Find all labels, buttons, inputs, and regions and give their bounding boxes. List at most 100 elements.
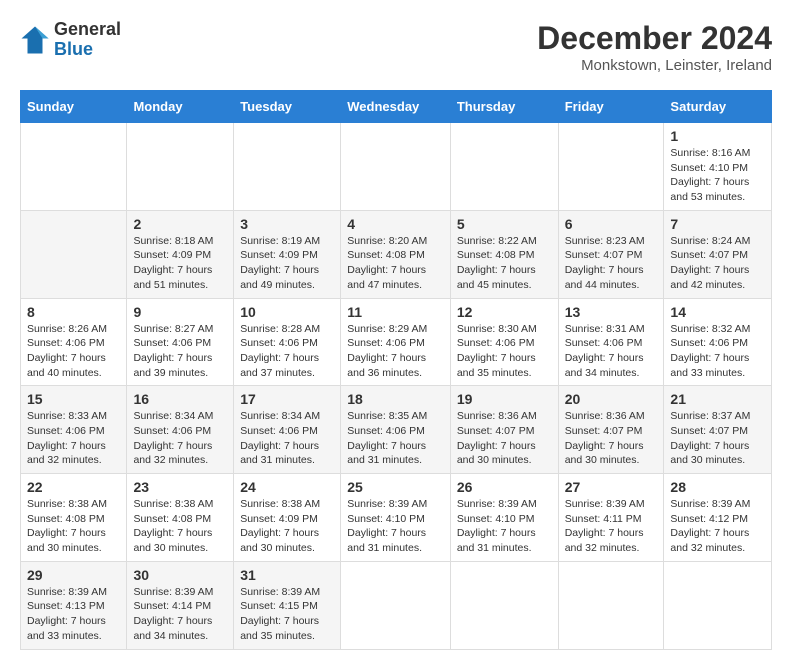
calendar-cell: 25 Sunrise: 8:39 AMSunset: 4:10 PMDaylig… bbox=[341, 474, 451, 562]
calendar-cell: 29 Sunrise: 8:39 AMSunset: 4:13 PMDaylig… bbox=[21, 561, 127, 649]
day-number: 2 bbox=[133, 216, 227, 232]
day-number: 7 bbox=[670, 216, 765, 232]
day-number: 12 bbox=[457, 304, 552, 320]
day-info: Sunrise: 8:39 AMSunset: 4:10 PMDaylight:… bbox=[457, 497, 552, 556]
day-number: 19 bbox=[457, 391, 552, 407]
day-number: 8 bbox=[27, 304, 120, 320]
month-title: December 2024 bbox=[537, 20, 772, 57]
calendar-week-row: 29 Sunrise: 8:39 AMSunset: 4:13 PMDaylig… bbox=[21, 561, 772, 649]
calendar-cell-empty bbox=[558, 561, 664, 649]
day-number: 9 bbox=[133, 304, 227, 320]
page-header: General Blue December 2024 Monkstown, Le… bbox=[20, 20, 772, 74]
day-info: Sunrise: 8:38 AMSunset: 4:08 PMDaylight:… bbox=[133, 497, 227, 556]
calendar-cell-empty bbox=[341, 123, 451, 211]
calendar-cell: 19 Sunrise: 8:36 AMSunset: 4:07 PMDaylig… bbox=[450, 386, 558, 474]
calendar-cell: 11 Sunrise: 8:29 AMSunset: 4:06 PMDaylig… bbox=[341, 298, 451, 386]
calendar-cell: 28 Sunrise: 8:39 AMSunset: 4:12 PMDaylig… bbox=[664, 474, 772, 562]
calendar-cell: 21 Sunrise: 8:37 AMSunset: 4:07 PMDaylig… bbox=[664, 386, 772, 474]
calendar-cell: 20 Sunrise: 8:36 AMSunset: 4:07 PMDaylig… bbox=[558, 386, 664, 474]
calendar-cell: 7 Sunrise: 8:24 AMSunset: 4:07 PMDayligh… bbox=[664, 210, 772, 298]
day-info: Sunrise: 8:32 AMSunset: 4:06 PMDaylight:… bbox=[670, 322, 765, 381]
calendar-cell: 9 Sunrise: 8:27 AMSunset: 4:06 PMDayligh… bbox=[127, 298, 234, 386]
day-info: Sunrise: 8:39 AMSunset: 4:14 PMDaylight:… bbox=[133, 585, 227, 644]
calendar-cell: 27 Sunrise: 8:39 AMSunset: 4:11 PMDaylig… bbox=[558, 474, 664, 562]
calendar-cell: 10 Sunrise: 8:28 AMSunset: 4:06 PMDaylig… bbox=[234, 298, 341, 386]
calendar-cell-empty bbox=[21, 123, 127, 211]
day-info: Sunrise: 8:23 AMSunset: 4:07 PMDaylight:… bbox=[565, 234, 658, 293]
day-number: 5 bbox=[457, 216, 552, 232]
day-info: Sunrise: 8:37 AMSunset: 4:07 PMDaylight:… bbox=[670, 409, 765, 468]
day-info: Sunrise: 8:39 AMSunset: 4:12 PMDaylight:… bbox=[670, 497, 765, 556]
day-info: Sunrise: 8:18 AMSunset: 4:09 PMDaylight:… bbox=[133, 234, 227, 293]
calendar-cell: 17 Sunrise: 8:34 AMSunset: 4:06 PMDaylig… bbox=[234, 386, 341, 474]
weekday-header: Friday bbox=[558, 91, 664, 123]
day-info: Sunrise: 8:31 AMSunset: 4:06 PMDaylight:… bbox=[565, 322, 658, 381]
day-info: Sunrise: 8:39 AMSunset: 4:13 PMDaylight:… bbox=[27, 585, 120, 644]
day-number: 13 bbox=[565, 304, 658, 320]
day-info: Sunrise: 8:36 AMSunset: 4:07 PMDaylight:… bbox=[565, 409, 658, 468]
day-number: 16 bbox=[133, 391, 227, 407]
weekday-header: Saturday bbox=[664, 91, 772, 123]
location: Monkstown, Leinster, Ireland bbox=[537, 57, 772, 74]
logo-text: General Blue bbox=[54, 20, 121, 60]
day-number: 3 bbox=[240, 216, 334, 232]
day-info: Sunrise: 8:39 AMSunset: 4:11 PMDaylight:… bbox=[565, 497, 658, 556]
day-number: 6 bbox=[565, 216, 658, 232]
calendar-cell: 2 Sunrise: 8:18 AMSunset: 4:09 PMDayligh… bbox=[127, 210, 234, 298]
calendar-cell: 15 Sunrise: 8:33 AMSunset: 4:06 PMDaylig… bbox=[21, 386, 127, 474]
day-info: Sunrise: 8:29 AMSunset: 4:06 PMDaylight:… bbox=[347, 322, 444, 381]
calendar-week-row: 15 Sunrise: 8:33 AMSunset: 4:06 PMDaylig… bbox=[21, 386, 772, 474]
day-info: Sunrise: 8:38 AMSunset: 4:08 PMDaylight:… bbox=[27, 497, 120, 556]
calendar-cell: 22 Sunrise: 8:38 AMSunset: 4:08 PMDaylig… bbox=[21, 474, 127, 562]
day-number: 10 bbox=[240, 304, 334, 320]
calendar-cell: 31 Sunrise: 8:39 AMSunset: 4:15 PMDaylig… bbox=[234, 561, 341, 649]
weekday-header: Wednesday bbox=[341, 91, 451, 123]
logo-icon bbox=[20, 25, 50, 55]
calendar-week-row: 22 Sunrise: 8:38 AMSunset: 4:08 PMDaylig… bbox=[21, 474, 772, 562]
day-number: 22 bbox=[27, 479, 120, 495]
weekday-header: Monday bbox=[127, 91, 234, 123]
day-info: Sunrise: 8:27 AMSunset: 4:06 PMDaylight:… bbox=[133, 322, 227, 381]
weekday-header: Sunday bbox=[21, 91, 127, 123]
day-number: 26 bbox=[457, 479, 552, 495]
calendar-cell: 4 Sunrise: 8:20 AMSunset: 4:08 PMDayligh… bbox=[341, 210, 451, 298]
day-info: Sunrise: 8:35 AMSunset: 4:06 PMDaylight:… bbox=[347, 409, 444, 468]
day-number: 25 bbox=[347, 479, 444, 495]
day-number: 18 bbox=[347, 391, 444, 407]
day-info: Sunrise: 8:39 AMSunset: 4:15 PMDaylight:… bbox=[240, 585, 334, 644]
day-info: Sunrise: 8:19 AMSunset: 4:09 PMDaylight:… bbox=[240, 234, 334, 293]
day-number: 14 bbox=[670, 304, 765, 320]
day-info: Sunrise: 8:34 AMSunset: 4:06 PMDaylight:… bbox=[240, 409, 334, 468]
day-number: 15 bbox=[27, 391, 120, 407]
day-number: 24 bbox=[240, 479, 334, 495]
day-number: 21 bbox=[670, 391, 765, 407]
day-info: Sunrise: 8:24 AMSunset: 4:07 PMDaylight:… bbox=[670, 234, 765, 293]
calendar-week-row: 2 Sunrise: 8:18 AMSunset: 4:09 PMDayligh… bbox=[21, 210, 772, 298]
logo-blue: Blue bbox=[54, 40, 121, 60]
logo: General Blue bbox=[20, 20, 121, 60]
calendar-cell: 1 Sunrise: 8:16 AMSunset: 4:10 PMDayligh… bbox=[664, 123, 772, 211]
day-number: 20 bbox=[565, 391, 658, 407]
calendar-cell: 13 Sunrise: 8:31 AMSunset: 4:06 PMDaylig… bbox=[558, 298, 664, 386]
calendar-cell: 26 Sunrise: 8:39 AMSunset: 4:10 PMDaylig… bbox=[450, 474, 558, 562]
day-number: 31 bbox=[240, 567, 334, 583]
calendar-cell: 12 Sunrise: 8:30 AMSunset: 4:06 PMDaylig… bbox=[450, 298, 558, 386]
day-number: 29 bbox=[27, 567, 120, 583]
day-info: Sunrise: 8:34 AMSunset: 4:06 PMDaylight:… bbox=[133, 409, 227, 468]
day-number: 28 bbox=[670, 479, 765, 495]
day-number: 11 bbox=[347, 304, 444, 320]
calendar-cell-empty bbox=[234, 123, 341, 211]
day-info: Sunrise: 8:33 AMSunset: 4:06 PMDaylight:… bbox=[27, 409, 120, 468]
day-info: Sunrise: 8:28 AMSunset: 4:06 PMDaylight:… bbox=[240, 322, 334, 381]
calendar-cell-empty bbox=[450, 561, 558, 649]
calendar-cell: 24 Sunrise: 8:38 AMSunset: 4:09 PMDaylig… bbox=[234, 474, 341, 562]
calendar-header-row: SundayMondayTuesdayWednesdayThursdayFrid… bbox=[21, 91, 772, 123]
day-number: 30 bbox=[133, 567, 227, 583]
calendar-cell: 18 Sunrise: 8:35 AMSunset: 4:06 PMDaylig… bbox=[341, 386, 451, 474]
weekday-header: Thursday bbox=[450, 91, 558, 123]
day-number: 23 bbox=[133, 479, 227, 495]
day-info: Sunrise: 8:20 AMSunset: 4:08 PMDaylight:… bbox=[347, 234, 444, 293]
day-info: Sunrise: 8:30 AMSunset: 4:06 PMDaylight:… bbox=[457, 322, 552, 381]
calendar-cell: 6 Sunrise: 8:23 AMSunset: 4:07 PMDayligh… bbox=[558, 210, 664, 298]
calendar-cell: 8 Sunrise: 8:26 AMSunset: 4:06 PMDayligh… bbox=[21, 298, 127, 386]
